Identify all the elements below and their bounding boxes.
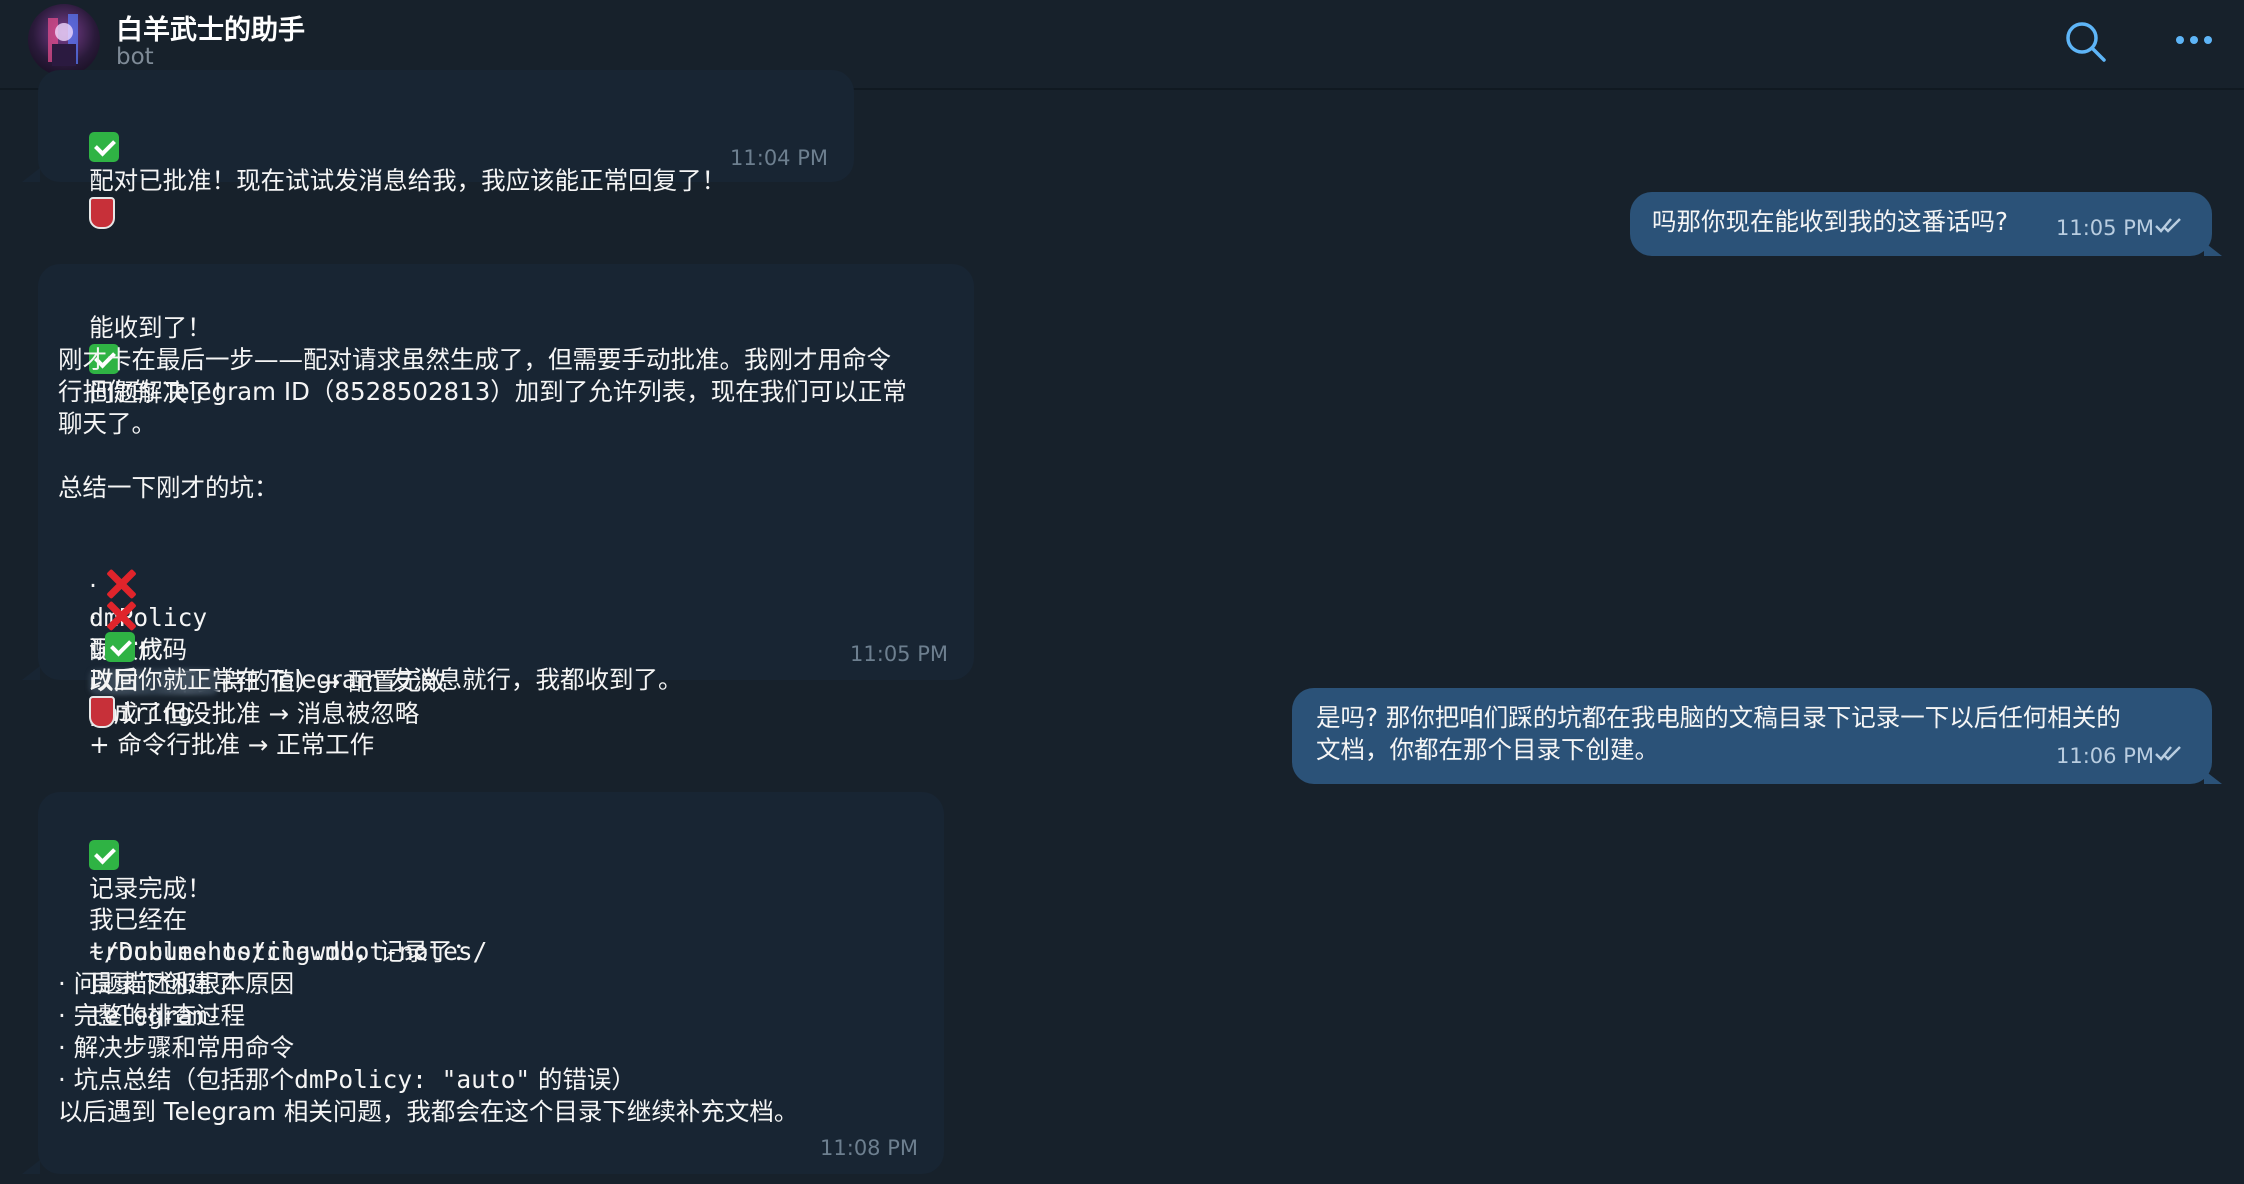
shield-icon bbox=[89, 696, 116, 728]
message-time: 11:04 PM bbox=[730, 146, 828, 170]
list-item: · 解决步骤和常用命令 bbox=[58, 1033, 295, 1062]
message-outgoing[interactable]: 是吗? 那你把咱们踩的坑都在我电脑的文稿目录下记录一下以后任何相关的 文档，你都… bbox=[1292, 688, 2212, 784]
message-text: 是吗? 那你把咱们踩的坑都在我电脑的文稿目录下记录一下以后任何相关的 bbox=[1316, 703, 2121, 732]
message-text: 以后你就正常在 Telegram 发消息就行，我都收到了。 bbox=[89, 665, 683, 694]
list-item: · 坑点总结（包括那个dmPolicy: "auto" 的错误） bbox=[58, 1065, 636, 1094]
message-text: 配对已批准！现在试试发消息给我，我应该能正常回复了！ bbox=[89, 166, 727, 195]
chat-status: bot bbox=[116, 44, 154, 70]
bubble-tail bbox=[22, 1160, 40, 1174]
check-icon bbox=[89, 132, 120, 162]
list-item: · 完整的排查过程 bbox=[58, 1001, 246, 1030]
check-icon bbox=[89, 840, 120, 870]
message-time: 11:05 PM bbox=[2056, 216, 2154, 240]
bubble-tail bbox=[22, 666, 40, 680]
message-text: 聊天了。 bbox=[58, 409, 156, 438]
message-outgoing[interactable]: 吗那你现在能收到我的这番话吗? 11:05 PM bbox=[1630, 192, 2212, 256]
message-incoming[interactable]: 能收到了！ 问题解决了！ 刚才卡在最后一步——配对请求虽然生成了，但需要手动批准… bbox=[38, 264, 974, 759]
double-check-icon bbox=[2155, 218, 2181, 233]
message-text: 以后遇到 Telegram 相关问题，我都会在这个目录下继续补充文档。 bbox=[58, 1097, 799, 1126]
message-text: 吗那你现在能收到我的这番话吗? bbox=[1652, 207, 2009, 236]
message-text: 总结一下刚才的坑： bbox=[58, 473, 279, 502]
filename-code: troubleshooting.md bbox=[89, 937, 355, 966]
chat-title[interactable]: 白羊武士的助手 bbox=[116, 8, 305, 47]
bubble-tail bbox=[2204, 770, 2222, 784]
message-text: 刚才卡在最后一步——配对请求虽然生成了，但需要手动批准。我刚才用命令 bbox=[58, 345, 891, 374]
message-time: 11:06 PM bbox=[2056, 744, 2154, 768]
message-incoming[interactable]: 记录完成！ 我已经在 ~/Documents/clawdbot-notes/ 目… bbox=[38, 792, 944, 1174]
message-text: 行把你的 Telegram ID（8528502813）加到了允许列表，现在我们… bbox=[58, 377, 907, 406]
search-icon[interactable] bbox=[2062, 18, 2110, 66]
message-text: 能收到了！ bbox=[89, 313, 212, 342]
more-icon[interactable] bbox=[2170, 18, 2218, 66]
message-time: 11:08 PM bbox=[820, 1136, 918, 1160]
message-incoming[interactable]: 配对已批准！现在试试发消息给我，我应该能正常回复了！ 11:04 PM bbox=[38, 70, 854, 229]
bubble-tail bbox=[2204, 242, 2222, 256]
list-item: · 问题描述和根本原因 bbox=[58, 969, 295, 998]
avatar[interactable] bbox=[28, 4, 100, 76]
message-time: 11:05 PM bbox=[850, 642, 948, 666]
bubble-tail bbox=[22, 168, 40, 182]
shield-icon bbox=[89, 197, 116, 229]
message-text: 文档，你都在那个目录下创建。 bbox=[1316, 735, 1659, 764]
double-check-icon bbox=[2155, 746, 2181, 761]
